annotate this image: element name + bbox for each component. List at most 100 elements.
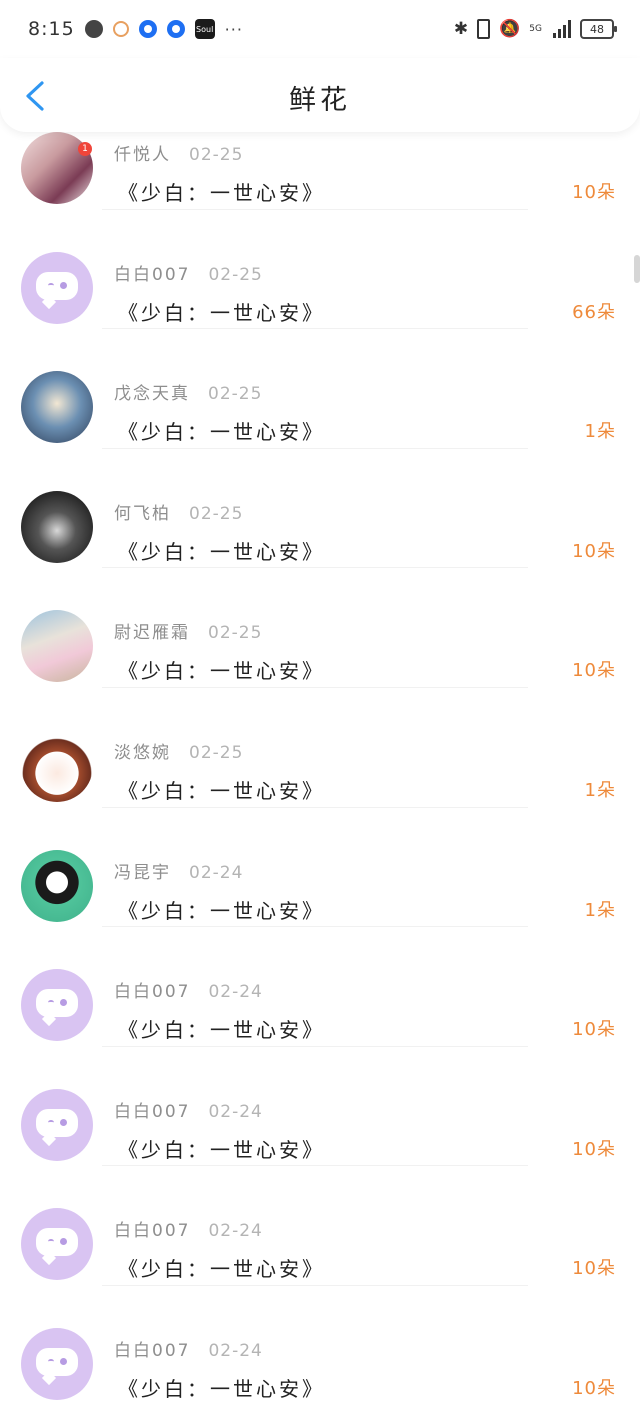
signal-icon bbox=[553, 20, 571, 38]
battery-level: 48 bbox=[590, 22, 604, 36]
user-name-text: 白白007 bbox=[114, 1340, 191, 1361]
more-notifications-icon: ··· bbox=[224, 19, 243, 39]
user-name-text: 淡悠婉 bbox=[114, 742, 171, 763]
status-time: 8:15 bbox=[28, 18, 75, 40]
user-name: 尉迟雁霜 02-25 bbox=[114, 618, 262, 643]
gift-date: 02-25 bbox=[189, 503, 244, 524]
vibrate-icon bbox=[477, 19, 491, 39]
user-name: 白白007 02-24 bbox=[114, 1097, 263, 1122]
list-item[interactable]: 尉迟雁霜 02-25 《少白：一世心安》 10朵 bbox=[0, 568, 640, 688]
book-title: 《少白：一世心安》 bbox=[118, 1376, 325, 1401]
book-title: 《少白：一世心安》 bbox=[118, 300, 325, 325]
chat-bubble-icon bbox=[36, 1228, 78, 1257]
list-item[interactable]: 白白007 02-24 《少白：一世心安》 10朵 bbox=[0, 1047, 640, 1167]
flower-count: 1朵 bbox=[584, 899, 616, 921]
flower-count: 10朵 bbox=[572, 660, 616, 682]
gift-date: 02-25 bbox=[208, 264, 263, 285]
book-title: 《少白：一世心安》 bbox=[118, 1257, 325, 1282]
book-title: 《少白：一世心安》 bbox=[118, 420, 325, 445]
gift-date: 02-24 bbox=[208, 1221, 263, 1242]
gift-date: 02-25 bbox=[208, 384, 263, 405]
user-name-text: 尉迟雁霜 bbox=[114, 623, 190, 644]
book-title: 《少白：一世心安》 bbox=[118, 1018, 325, 1043]
flower-count: 10朵 bbox=[572, 1258, 616, 1280]
gift-date: 02-25 bbox=[189, 742, 244, 763]
chat-bubble-icon bbox=[36, 1108, 78, 1137]
flower-count: 1朵 bbox=[584, 421, 616, 443]
list-item[interactable]: 戊念天真 02-25 《少白：一世心安》 1朵 bbox=[0, 329, 640, 449]
book-title: 《少白：一世心安》 bbox=[118, 898, 325, 923]
gift-date: 02-24 bbox=[208, 1340, 263, 1361]
list-item[interactable]: 冯昆宇 02-24 《少白：一世心安》 1朵 bbox=[0, 808, 640, 928]
flower-count: 10朵 bbox=[572, 540, 616, 562]
avatar[interactable] bbox=[21, 251, 93, 324]
user-name-text: 白白007 bbox=[114, 1221, 191, 1242]
blue-app-icon bbox=[166, 20, 185, 38]
book-title: 《少白：一世心安》 bbox=[118, 539, 325, 564]
avatar[interactable] bbox=[21, 969, 93, 1042]
soul-app-icon: Soul bbox=[194, 19, 215, 39]
flower-count: 10朵 bbox=[572, 182, 616, 203]
list-item[interactable]: 白白007 02-24 《少白：一世心安》 10朵 bbox=[0, 1286, 640, 1406]
avatar[interactable] bbox=[21, 371, 93, 444]
chat-bubble-icon bbox=[36, 271, 78, 300]
user-name-text: 白白007 bbox=[114, 1101, 191, 1122]
flower-count: 10朵 bbox=[572, 1019, 616, 1041]
status-right: ✱ 🔕 5G 48 bbox=[453, 16, 617, 42]
user-name-text: 冯昆宇 bbox=[114, 862, 171, 883]
chat-bubble-icon bbox=[36, 989, 78, 1018]
list-item[interactable]: 白白007 02-25 《少白：一世心安》 66朵 bbox=[0, 210, 640, 330]
user-name: 白白007 02-25 bbox=[114, 260, 263, 285]
book-title: 《少白：一世心安》 bbox=[118, 778, 325, 803]
orange-app-icon bbox=[112, 21, 129, 37]
list-item[interactable]: 白白007 02-24 《少白：一世心安》 10朵 bbox=[0, 1166, 640, 1286]
list-item[interactable]: 何飞柏 02-25 《少白：一世心安》 10朵 bbox=[0, 449, 640, 569]
chat-bubble-icon bbox=[36, 1347, 78, 1376]
user-name-text: 白白007 bbox=[114, 982, 191, 1003]
user-name: 白白007 02-24 bbox=[114, 1216, 263, 1241]
user-name: 戊念天真 02-25 bbox=[114, 379, 262, 404]
flower-count: 10朵 bbox=[572, 1377, 616, 1399]
avatar[interactable] bbox=[21, 1088, 93, 1161]
list-item[interactable]: 淡悠婉 02-25 《少白：一世心安》 1朵 bbox=[0, 688, 640, 808]
gift-date: 02-24 bbox=[208, 1101, 263, 1122]
user-name-text: 戊念天真 bbox=[114, 384, 190, 405]
avatar[interactable] bbox=[21, 1327, 93, 1400]
network-type: 5G bbox=[529, 23, 542, 34]
user-name: 仟悦人 02-25 bbox=[114, 140, 243, 165]
user-name: 白白007 02-24 bbox=[114, 1336, 263, 1361]
scrollbar[interactable] bbox=[634, 255, 640, 283]
status-left: 8:15 Soul ··· bbox=[28, 16, 243, 42]
book-title: 《少白：一世心安》 bbox=[118, 1137, 325, 1162]
user-name: 淡悠婉 02-25 bbox=[114, 738, 243, 763]
mute-icon: 🔕 bbox=[499, 19, 521, 39]
avatar[interactable] bbox=[21, 610, 93, 683]
user-name: 白白007 02-24 bbox=[114, 977, 263, 1002]
flower-count: 1朵 bbox=[584, 779, 616, 801]
gift-date: 02-24 bbox=[189, 862, 244, 883]
page-title: 鲜花 bbox=[289, 85, 351, 116]
app-header: 鲜花 bbox=[0, 58, 640, 132]
battery-icon: 48 bbox=[580, 19, 617, 39]
user-name-text: 白白007 bbox=[114, 264, 191, 285]
avatar[interactable] bbox=[21, 490, 93, 563]
gift-date: 02-24 bbox=[208, 982, 263, 1003]
user-name: 何飞柏 02-25 bbox=[114, 499, 243, 524]
avatar[interactable] bbox=[21, 729, 93, 802]
list-item[interactable]: 白白007 02-24 《少白：一世心安》 10朵 bbox=[0, 927, 640, 1047]
gift-date: 02-25 bbox=[208, 623, 263, 644]
flower-list: 1 仟悦人 02-25 《少白：一世心安》 10朵 白白007 02-25 《少白：… bbox=[0, 90, 640, 1406]
globe-icon bbox=[84, 20, 103, 38]
user-name-text: 何飞柏 bbox=[114, 503, 171, 524]
user-name-text: 仟悦人 bbox=[114, 145, 171, 165]
flower-count: 66朵 bbox=[572, 301, 616, 323]
avatar[interactable] bbox=[21, 849, 93, 922]
status-bar: 8:15 Soul ··· ✱ 🔕 5G 48 bbox=[0, 0, 640, 58]
bluetooth-icon: ✱ bbox=[453, 19, 469, 39]
unread-badge: 1 bbox=[78, 142, 92, 156]
book-title: 《少白：一世心安》 bbox=[118, 181, 325, 205]
blue-app-icon bbox=[138, 20, 157, 38]
avatar[interactable] bbox=[21, 1208, 93, 1281]
gift-date: 02-25 bbox=[189, 145, 244, 165]
flower-count: 10朵 bbox=[572, 1138, 616, 1160]
